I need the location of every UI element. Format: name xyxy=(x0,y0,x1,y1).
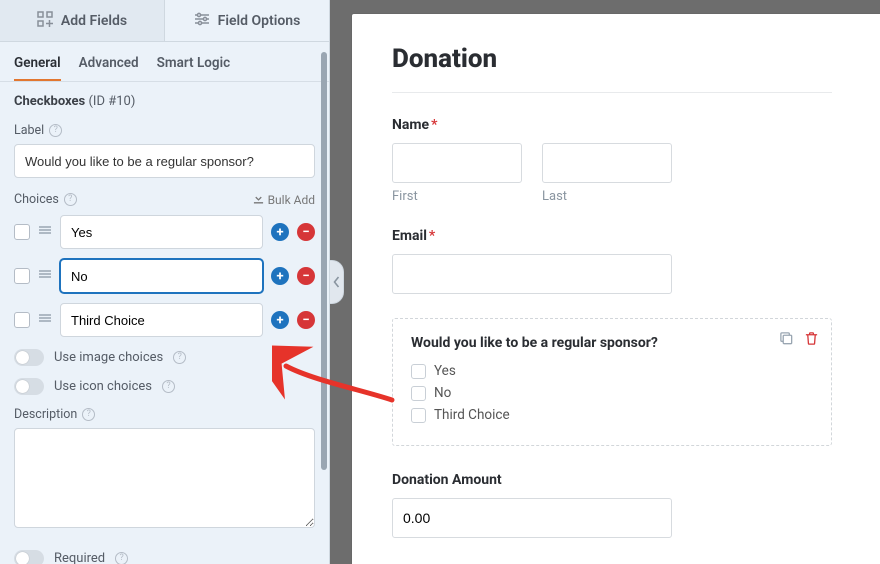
tab-field-options[interactable]: Field Options xyxy=(165,0,329,41)
sliders-icon xyxy=(194,11,210,31)
checkbox-icon xyxy=(411,408,426,423)
field-name[interactable]: Name* First Last xyxy=(392,117,832,204)
form-title: Donation xyxy=(392,44,832,74)
add-choice-button[interactable]: + xyxy=(271,311,289,329)
remove-choice-button[interactable]: − xyxy=(297,223,315,241)
subtab-general[interactable]: General xyxy=(14,45,61,81)
panel-body: Checkboxes (ID #10) Label ? Choices ? Bu… xyxy=(0,82,329,564)
description-textarea[interactable] xyxy=(14,428,315,528)
choice-row: +− xyxy=(14,215,315,249)
amount-input[interactable] xyxy=(392,498,672,538)
divider xyxy=(392,92,832,93)
checkbox-option-label: Third Choice xyxy=(434,407,510,423)
email-label: Email* xyxy=(392,228,832,244)
amount-label: Donation Amount xyxy=(392,472,832,488)
field-type: Checkboxes xyxy=(14,94,85,109)
required-mark: * xyxy=(429,228,435,244)
email-input[interactable] xyxy=(392,254,672,294)
label-input[interactable] xyxy=(14,144,315,178)
preview-stage: Donation Name* First Last xyxy=(330,0,880,564)
help-icon[interactable]: ? xyxy=(173,351,186,364)
checkbox-option[interactable]: No xyxy=(411,385,813,401)
panel-collapse-handle[interactable] xyxy=(330,260,344,304)
panel-subtabs: General Advanced Smart Logic xyxy=(0,42,329,82)
checkbox-option[interactable]: Third Choice xyxy=(411,407,813,423)
checkbox-icon xyxy=(411,364,426,379)
field-amount[interactable]: Donation Amount xyxy=(392,472,832,538)
checkbox-field-label: Would you like to be a regular sponsor? xyxy=(411,335,813,351)
icon-choices-toggle[interactable] xyxy=(14,378,44,395)
first-name-caption: First xyxy=(392,189,522,204)
label-caption-row: Label ? xyxy=(14,123,315,138)
help-icon[interactable]: ? xyxy=(64,193,77,206)
field-checkboxes-selected[interactable]: Would you like to be a regular sponsor? … xyxy=(392,318,832,446)
label-caption: Label xyxy=(14,123,44,138)
choice-default-checkbox[interactable] xyxy=(14,312,30,328)
help-icon[interactable]: ? xyxy=(49,124,62,137)
add-choice-button[interactable]: + xyxy=(271,267,289,285)
tab-add-fields[interactable]: Add Fields xyxy=(0,0,165,41)
chevron-left-icon xyxy=(333,276,341,288)
choice-default-checkbox[interactable] xyxy=(14,268,30,284)
add-choice-button[interactable]: + xyxy=(271,223,289,241)
delete-field-button[interactable] xyxy=(804,331,819,350)
required-mark: * xyxy=(431,117,437,133)
choice-text-input[interactable] xyxy=(60,303,263,337)
subtab-advanced[interactable]: Advanced xyxy=(79,45,139,81)
image-choices-toggle[interactable] xyxy=(14,349,44,366)
name-label: Name* xyxy=(392,117,832,133)
drag-handle-icon[interactable] xyxy=(38,311,52,329)
subtab-smart-logic[interactable]: Smart Logic xyxy=(157,45,230,81)
remove-choice-button[interactable]: − xyxy=(297,267,315,285)
choice-text-input[interactable] xyxy=(60,259,263,293)
choices-caption: Choices xyxy=(14,192,59,207)
choice-text-input[interactable] xyxy=(60,215,263,249)
required-toggle[interactable] xyxy=(14,550,44,564)
field-id: (ID #10) xyxy=(88,94,135,109)
image-choices-label: Use image choices xyxy=(54,350,163,365)
drag-handle-icon[interactable] xyxy=(38,223,52,241)
preview-page: Donation Name* First Last xyxy=(352,14,880,564)
tab-field-options-label: Field Options xyxy=(218,13,301,29)
last-name-input[interactable] xyxy=(542,143,672,183)
plus-grid-icon xyxy=(37,11,53,31)
required-label: Required xyxy=(54,551,105,564)
builder-panel: Add Fields Field Options General Advance… xyxy=(0,0,330,564)
image-choices-row: Use image choices ? xyxy=(14,349,315,366)
icon-choices-row: Use icon choices ? xyxy=(14,378,315,395)
field-header: Checkboxes (ID #10) xyxy=(14,94,315,109)
checkbox-option-label: No xyxy=(434,385,451,401)
drag-handle-icon[interactable] xyxy=(38,267,52,285)
choice-row: +− xyxy=(14,259,315,293)
tab-add-fields-label: Add Fields xyxy=(61,13,127,29)
scrollbar-thumb[interactable] xyxy=(321,52,327,470)
bulk-add-label: Bulk Add xyxy=(268,193,315,207)
duplicate-field-button[interactable] xyxy=(779,331,794,350)
first-name-input[interactable] xyxy=(392,143,522,183)
last-name-caption: Last xyxy=(542,189,672,204)
choice-row: +− xyxy=(14,303,315,337)
bulk-add-button[interactable]: Bulk Add xyxy=(253,193,315,207)
choices-caption-row: Choices ? xyxy=(14,192,77,207)
required-row: Required ? xyxy=(14,550,315,564)
field-email[interactable]: Email* xyxy=(392,228,832,294)
help-icon[interactable]: ? xyxy=(162,380,175,393)
remove-choice-button[interactable]: − xyxy=(297,311,315,329)
choice-default-checkbox[interactable] xyxy=(14,224,30,240)
download-icon xyxy=(253,193,264,207)
help-icon[interactable]: ? xyxy=(115,552,128,564)
checkbox-option-label: Yes xyxy=(434,363,456,379)
checkbox-option[interactable]: Yes xyxy=(411,363,813,379)
description-caption-row: Description ? xyxy=(14,407,315,422)
icon-choices-label: Use icon choices xyxy=(54,379,152,394)
panel-scrollbar[interactable] xyxy=(321,52,327,562)
checkbox-icon xyxy=(411,386,426,401)
panel-primary-tabs: Add Fields Field Options xyxy=(0,0,329,42)
description-caption: Description xyxy=(14,407,77,422)
help-icon[interactable]: ? xyxy=(82,408,95,421)
